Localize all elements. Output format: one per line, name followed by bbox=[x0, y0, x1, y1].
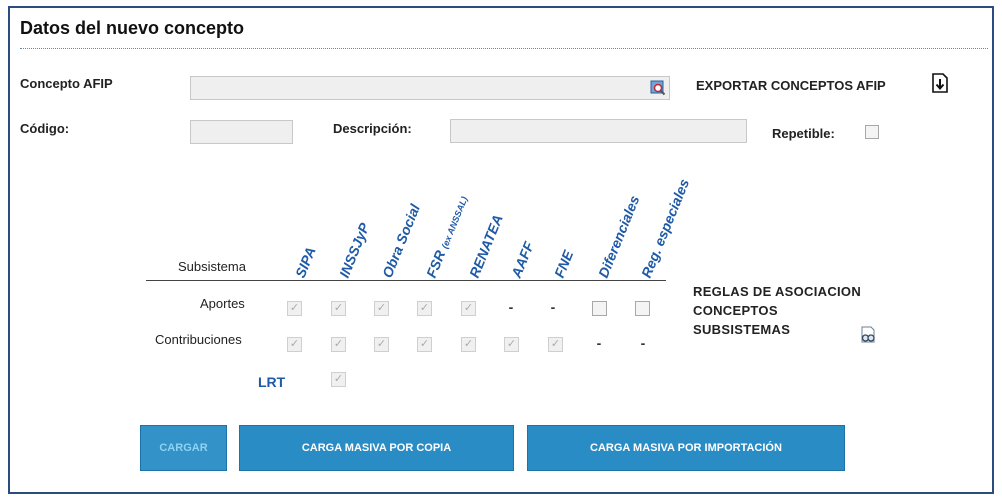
table-header-rule bbox=[146, 280, 666, 281]
aportes-reg-especiales-checkbox[interactable] bbox=[635, 301, 650, 316]
reglas-line2[interactable]: CONCEPTOS bbox=[693, 303, 778, 318]
col-renatea: RENATEA bbox=[466, 212, 506, 280]
form-panel: Datos del nuevo concepto Concepto AFIP E… bbox=[8, 6, 994, 494]
col-fsr-label: FSR bbox=[423, 248, 449, 280]
repetible-label: Repetible: bbox=[772, 126, 835, 141]
carga-masiva-copia-button[interactable]: CARGA MASIVA POR COPIA bbox=[239, 425, 514, 471]
aportes-obra-social-checkbox: ✓ bbox=[374, 301, 389, 316]
lrt-inssjyp-checkbox: ✓ bbox=[331, 372, 346, 387]
contribuciones-renatea-checkbox: ✓ bbox=[461, 337, 476, 352]
contribuciones-aaff-checkbox: ✓ bbox=[504, 337, 519, 352]
reglas-line3[interactable]: SUBSISTEMAS bbox=[693, 322, 790, 337]
col-inssjyp: INSSJyP bbox=[336, 220, 373, 280]
magnifier-icon[interactable] bbox=[650, 80, 666, 96]
col-reg-especiales: Reg. especiales bbox=[638, 176, 693, 280]
aportes-aaff-dash: - bbox=[508, 299, 514, 315]
contribuciones-obra-social-checkbox: ✓ bbox=[374, 337, 389, 352]
col-diferenciales: Diferenciales bbox=[595, 193, 643, 280]
aportes-renatea-checkbox: ✓ bbox=[461, 301, 476, 316]
row-aportes-label: Aportes bbox=[200, 296, 245, 311]
col-fne: FNE bbox=[551, 248, 577, 280]
descripcion-label: Descripción: bbox=[333, 121, 412, 136]
subsistema-header: Subsistema bbox=[178, 259, 246, 274]
codigo-field[interactable] bbox=[190, 120, 293, 144]
contribuciones-reg-especiales-dash: - bbox=[640, 335, 646, 351]
exportar-conceptos-link[interactable]: EXPORTAR CONCEPTOS AFIP bbox=[696, 78, 886, 93]
contribuciones-sipa-checkbox: ✓ bbox=[287, 337, 302, 352]
codigo-label: Código: bbox=[20, 121, 70, 136]
row-lrt-label: LRT bbox=[258, 374, 286, 390]
glasses-view-icon[interactable] bbox=[859, 326, 877, 344]
col-fsr: FSR (ex ANSSAL) bbox=[423, 193, 470, 280]
contribuciones-inssjyp-checkbox: ✓ bbox=[331, 337, 346, 352]
contribuciones-diferenciales-dash: - bbox=[596, 335, 602, 351]
descripcion-field[interactable] bbox=[450, 119, 747, 143]
title-divider bbox=[20, 48, 988, 49]
repetible-checkbox[interactable] bbox=[865, 125, 879, 139]
aportes-inssjyp-checkbox: ✓ bbox=[331, 301, 346, 316]
contribuciones-fsr-checkbox: ✓ bbox=[417, 337, 432, 352]
aportes-diferenciales-checkbox[interactable] bbox=[592, 301, 607, 316]
reglas-line1[interactable]: REGLAS DE ASOCIACION bbox=[693, 284, 861, 299]
aportes-sipa-checkbox: ✓ bbox=[287, 301, 302, 316]
col-aaff: AAFF bbox=[508, 239, 537, 280]
aportes-fne-dash: - bbox=[550, 299, 556, 315]
concepto-afip-label: Concepto AFIP bbox=[20, 76, 113, 91]
form-title: Datos del nuevo concepto bbox=[20, 18, 245, 38]
row-contribuciones-label: Contribuciones bbox=[155, 332, 242, 347]
cargar-button[interactable]: CARGAR bbox=[140, 425, 227, 471]
col-sipa: SIPA bbox=[292, 244, 319, 280]
download-icon[interactable] bbox=[931, 73, 949, 93]
concepto-afip-field[interactable] bbox=[190, 76, 670, 100]
carga-masiva-importacion-button[interactable]: CARGA MASIVA POR IMPORTACIÓN bbox=[527, 425, 845, 471]
contribuciones-fne-checkbox: ✓ bbox=[548, 337, 563, 352]
col-obra-social: Obra Social bbox=[379, 201, 423, 280]
col-fsr-suffix: (ex ANSSAL) bbox=[439, 195, 470, 251]
aportes-fsr-checkbox: ✓ bbox=[417, 301, 432, 316]
